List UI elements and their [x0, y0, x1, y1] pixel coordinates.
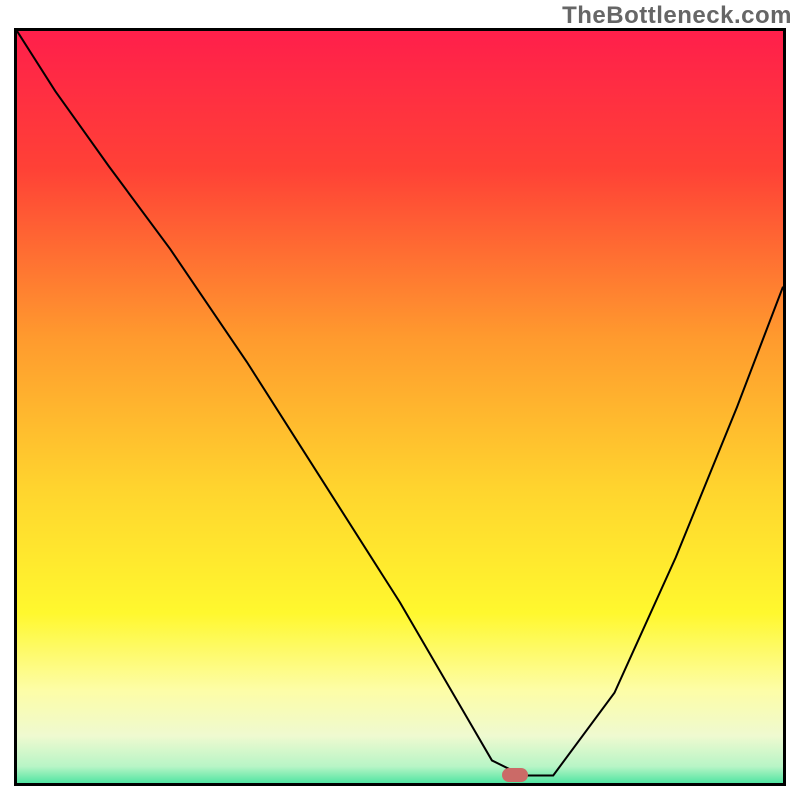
chart-frame: TheBottleneck.com: [0, 0, 800, 800]
plot-area: [14, 28, 786, 786]
watermark-text: TheBottleneck.com: [562, 2, 792, 30]
bottleneck-curve: [17, 31, 783, 775]
curve-layer: [17, 31, 783, 783]
optimal-marker: [502, 768, 528, 782]
